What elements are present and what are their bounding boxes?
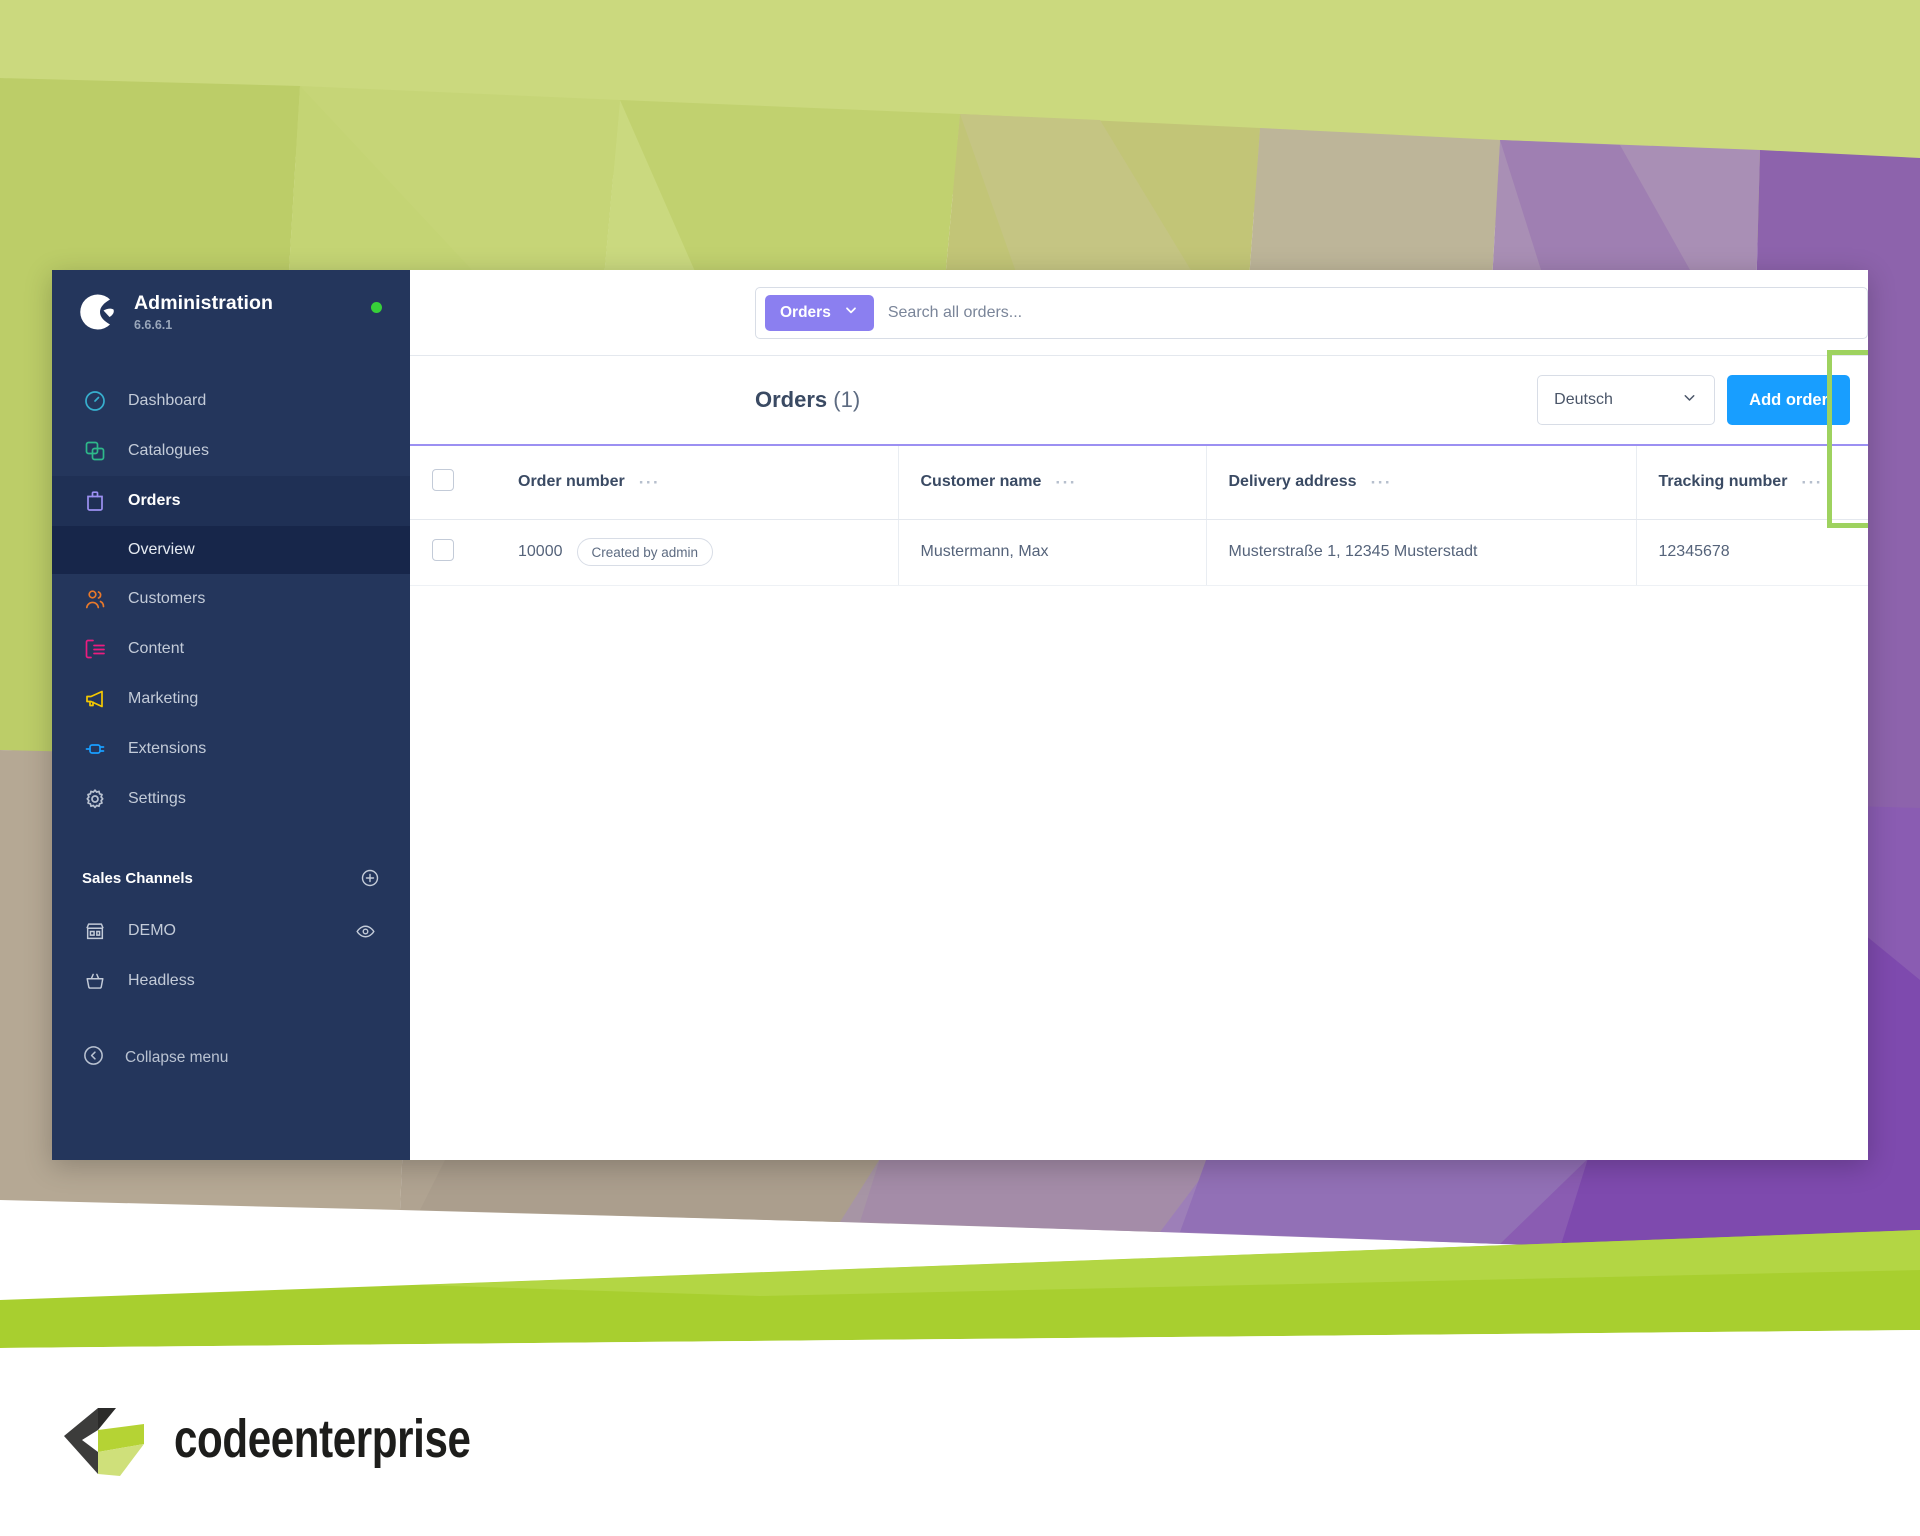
collapse-menu-button[interactable]: Collapse menu [52, 1032, 410, 1084]
chevron-left-circle-icon [82, 1044, 105, 1072]
sidebar: Administration 6.6.6.1 Dashboard Catalog… [52, 270, 410, 1160]
sidebar-subitem-label: Overview [128, 541, 195, 558]
customers-icon [82, 586, 108, 612]
content-icon [82, 636, 108, 662]
add-order-button[interactable]: Add order [1727, 375, 1850, 425]
chevron-down-icon [843, 302, 859, 323]
select-all-checkbox[interactable] [432, 468, 454, 491]
marketing-icon [82, 686, 108, 712]
cell-delivery-address: Musterstraße 1, 12345 Musterstadt [1206, 519, 1637, 586]
status-dot [371, 302, 382, 313]
sales-channels-title: Sales Channels [82, 869, 193, 887]
table-row[interactable]: 10000 Created by admin Mustermann, Max M… [410, 519, 1868, 586]
sales-channels-section: Sales Channels [52, 850, 410, 906]
column-label: Order number [518, 473, 625, 491]
table-header: Order number ··· Customer name ··· Deliv… [410, 444, 1868, 520]
order-badge: Created by admin [576, 538, 714, 566]
table-body: 10000 Created by admin Mustermann, Max M… [410, 519, 1868, 586]
page-title: Orders (1) [755, 387, 860, 413]
plus-circle-icon[interactable] [360, 868, 380, 888]
language-select-value: Deutsch [1554, 391, 1613, 408]
sidebar-item-label: DEMO [128, 922, 176, 939]
sidebar-item-customers[interactable]: Customers [52, 574, 410, 624]
sidebar-nav: Dashboard Catalogues Orders Overview Cus… [52, 376, 410, 1084]
column-menu-icon[interactable]: ··· [1371, 474, 1392, 491]
sidebar-item-label: Dashboard [128, 392, 207, 409]
footer-brand-text: codeenterprise [174, 1408, 471, 1469]
sidebar-item-label: Customers [128, 590, 206, 607]
search-scope-label: Orders [780, 303, 831, 321]
column-menu-icon[interactable]: ··· [1055, 474, 1076, 491]
sidebar-item-catalogues[interactable]: Catalogues [52, 426, 410, 476]
footer-brand: codeenterprise [58, 1390, 554, 1487]
search-scope-button[interactable]: Orders [765, 294, 874, 331]
row-select-cell [410, 519, 496, 586]
table-header-row: Order number ··· Customer name ··· Deliv… [410, 444, 1868, 520]
column-header-tracking-number[interactable]: Tracking number ··· [1636, 444, 1868, 520]
column-menu-icon[interactable]: ··· [1801, 474, 1822, 491]
order-number-value: 10000 [518, 543, 563, 560]
row-checkbox[interactable] [432, 538, 454, 561]
sidebar-item-headless[interactable]: Headless [52, 956, 410, 1006]
orders-count: (1) [833, 387, 861, 412]
page-header: Orders (1) Deutsch Add order [410, 356, 1868, 444]
cell-order-number: 10000 Created by admin [496, 519, 899, 586]
global-search: Orders [755, 286, 1868, 339]
collapse-menu-label: Collapse menu [125, 1049, 229, 1066]
chevron-down-icon [1681, 389, 1698, 411]
page-header-actions: Deutsch Add order [1537, 375, 1850, 425]
sidebar-item-label: Content [128, 640, 185, 657]
column-label: Customer name [920, 473, 1042, 491]
sidebar-item-label: Catalogues [128, 442, 209, 459]
orders-table: Order number ··· Customer name ··· Deliv… [410, 444, 1868, 586]
sidebar-item-orders[interactable]: Orders [52, 476, 410, 526]
sidebar-item-label: Marketing [128, 690, 199, 707]
select-all-header [410, 444, 496, 520]
sidebar-item-demo[interactable]: DEMO [52, 906, 410, 956]
orders-table-container: Order number ··· Customer name ··· Deliv… [410, 444, 1868, 1160]
codeenterprise-logo-icon [58, 1390, 150, 1487]
app-title: Administration [134, 292, 273, 315]
sidebar-item-overview[interactable]: Overview [52, 526, 410, 574]
column-header-customer-name[interactable]: Customer name ··· [898, 444, 1207, 520]
sidebar-item-label: Settings [128, 790, 186, 807]
extensions-icon [82, 736, 108, 762]
search-input[interactable] [887, 303, 1858, 322]
cell-customer-name: Mustermann, Max [898, 519, 1207, 586]
admin-window: Administration 6.6.6.1 Dashboard Catalog… [52, 270, 1868, 1160]
top-bar: Orders [410, 270, 1868, 356]
column-menu-icon[interactable]: ··· [639, 474, 660, 491]
dashboard-icon [82, 388, 108, 414]
app-version: 6.6.6.1 [134, 317, 173, 332]
storefront-icon [82, 918, 108, 944]
language-select[interactable]: Deutsch [1537, 375, 1716, 425]
basket-icon [82, 968, 108, 994]
page-title-text: Orders [755, 387, 828, 412]
sidebar-item-settings[interactable]: Settings [52, 774, 410, 824]
sidebar-item-extensions[interactable]: Extensions [52, 724, 410, 774]
column-header-order-number[interactable]: Order number ··· [496, 444, 899, 520]
column-label: Delivery address [1228, 473, 1357, 491]
sidebar-item-label: Extensions [128, 740, 207, 757]
sidebar-item-label: Headless [128, 972, 195, 989]
eye-icon[interactable] [355, 921, 376, 942]
orders-icon [82, 488, 108, 514]
main-content: Orders Orders (1) Deutsch [410, 270, 1868, 1160]
sidebar-item-dashboard[interactable]: Dashboard [52, 376, 410, 426]
shopware-logo-icon [78, 292, 118, 332]
cell-tracking-number: 12345678 [1636, 519, 1868, 586]
column-label: Tracking number [1658, 473, 1788, 491]
sidebar-item-label: Orders [128, 492, 181, 509]
column-header-delivery-address[interactable]: Delivery address ··· [1206, 444, 1637, 520]
catalogues-icon [82, 438, 108, 464]
settings-icon [82, 786, 108, 812]
sidebar-header: Administration 6.6.6.1 [52, 270, 410, 352]
sidebar-item-content[interactable]: Content [52, 624, 410, 674]
sidebar-item-marketing[interactable]: Marketing [52, 674, 410, 724]
